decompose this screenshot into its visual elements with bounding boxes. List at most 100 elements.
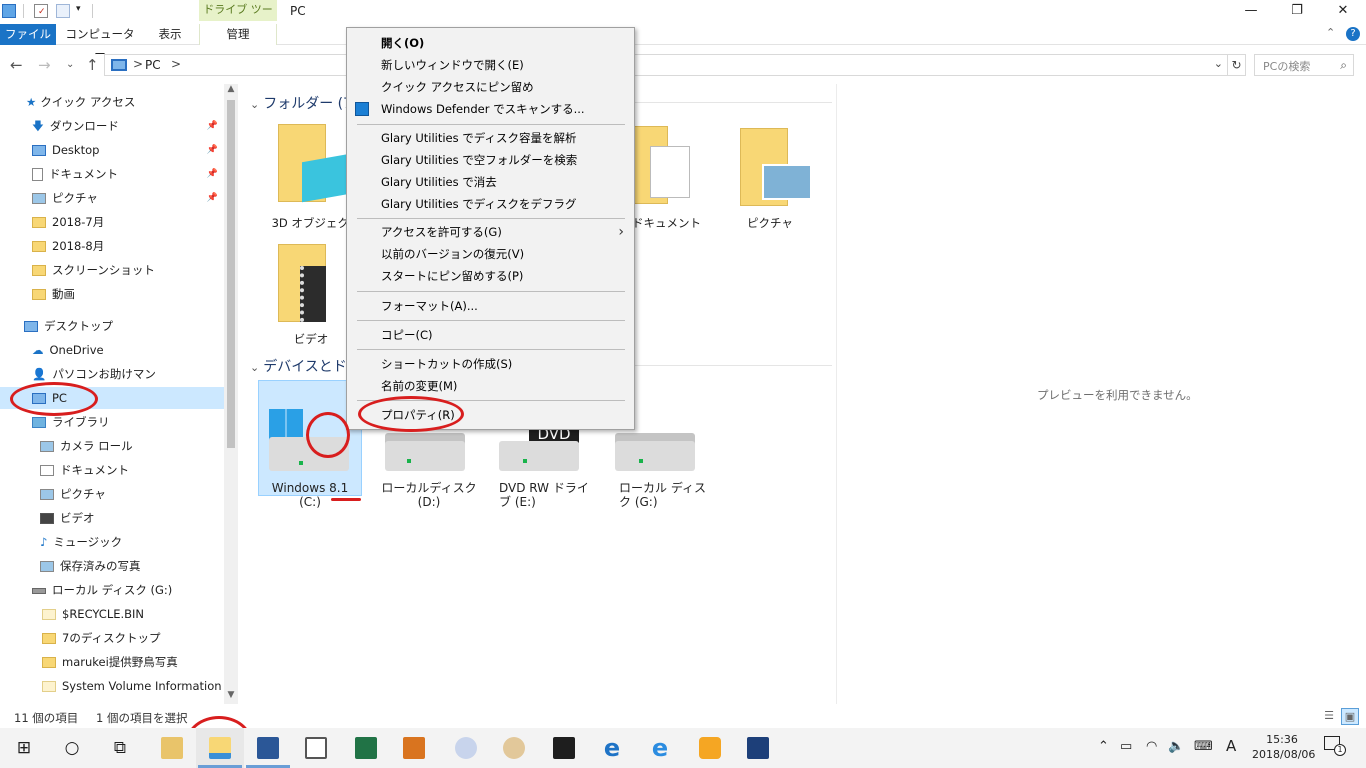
- taskbar-app-sakura[interactable]: [686, 728, 734, 768]
- clock[interactable]: 15:36 2018/08/06: [1252, 732, 1315, 762]
- menu-item-pin-start[interactable]: スタートにピン留めする(P): [347, 265, 634, 287]
- taskbar-app-paint[interactable]: [442, 728, 490, 768]
- tray-chevron-icon[interactable]: ⌃: [1098, 739, 1109, 754]
- folder-tile-documents[interactable]: ドキュメント: [632, 118, 722, 230]
- minimize-button[interactable]: —: [1228, 0, 1274, 24]
- address-separator-trailing[interactable]: >: [171, 57, 181, 71]
- close-button[interactable]: ✕: [1320, 0, 1366, 24]
- menu-item-defender-scan[interactable]: Windows Defender でスキャンする...: [347, 98, 634, 120]
- start-button[interactable]: ⊞: [0, 728, 48, 768]
- sidebar-label: デスクトップ: [44, 319, 113, 333]
- sidebar-item-downloads[interactable]: 🡇 ダウンロード 📌: [32, 115, 224, 137]
- taskbar-app-explorer-old[interactable]: [148, 728, 196, 768]
- sidebar-item-library[interactable]: ピクチャ: [40, 483, 224, 505]
- scrollbar-thumb[interactable]: [227, 100, 235, 448]
- sidebar-item-library[interactable]: ビデオ: [40, 507, 224, 529]
- search-box[interactable]: PCの検索 ⌕: [1254, 54, 1354, 76]
- sidebar-item-folder[interactable]: スクリーンショット: [32, 259, 224, 281]
- address-dropdown-icon[interactable]: ⌄: [1214, 57, 1223, 70]
- menu-item-copy[interactable]: コピー(C): [347, 324, 634, 346]
- taskbar-app-notepad[interactable]: [734, 728, 782, 768]
- menu-item-format[interactable]: フォーマット(A)...: [347, 295, 634, 317]
- ime-mode-icon[interactable]: A: [1226, 737, 1236, 755]
- menu-item-create-shortcut[interactable]: ショートカットの作成(S): [347, 353, 634, 375]
- sidebar-item-desktop[interactable]: Desktop 📌: [32, 139, 224, 161]
- restore-button[interactable]: ❐: [1274, 0, 1320, 24]
- devices-group-header[interactable]: ⌄ デバイスとドラ: [250, 356, 361, 378]
- keyboard-icon[interactable]: ⌨: [1194, 739, 1213, 754]
- address-separator[interactable]: >: [133, 57, 143, 71]
- recent-locations-button[interactable]: ⌄: [66, 59, 74, 70]
- taskbar-app-internet-explorer[interactable]: e: [636, 728, 684, 768]
- refresh-button[interactable]: ↻: [1228, 54, 1246, 76]
- sidebar-item-library[interactable]: カメラ ロール: [40, 435, 224, 457]
- taskbar-app-palette[interactable]: [490, 728, 538, 768]
- taskbar-app-file-explorer[interactable]: [196, 728, 244, 768]
- sidebar-scrollbar[interactable]: ▲ ▼: [224, 84, 238, 704]
- taskbar-app-excel[interactable]: [342, 728, 390, 768]
- tab-manage[interactable]: 管理: [199, 24, 277, 45]
- help-icon[interactable]: ?: [1346, 27, 1360, 41]
- sidebar-item-folder[interactable]: $RECYCLE.BIN: [42, 603, 224, 625]
- sidebar-item-library[interactable]: ドキュメント: [40, 459, 224, 481]
- sidebar-item-library[interactable]: 保存済みの写真: [40, 555, 224, 577]
- volume-icon[interactable]: 🔈: [1168, 739, 1184, 754]
- folders-group-header[interactable]: ⌄ フォルダー (7): [250, 93, 358, 115]
- menu-item-pin-quick-access[interactable]: クイック アクセスにピン留め: [347, 76, 634, 98]
- taskbar-app-store[interactable]: [292, 728, 340, 768]
- search-placeholder[interactable]: PCの検索: [1263, 58, 1310, 74]
- menu-item-glary-wipe[interactable]: Glary Utilities で消去: [347, 171, 634, 193]
- menu-item-open-new-window[interactable]: 新しいウィンドウで開く(E): [347, 54, 634, 76]
- tab-view[interactable]: 表示: [148, 24, 192, 45]
- menu-item-open[interactable]: 開く(O): [347, 32, 634, 54]
- folder-tile-pictures[interactable]: ピクチャ: [720, 118, 820, 230]
- tab-computer[interactable]: コンピューター: [62, 24, 138, 61]
- large-icons-view-icon[interactable]: ▣: [1341, 708, 1359, 725]
- tab-file[interactable]: ファイル: [0, 24, 56, 45]
- sidebar-item-pictures[interactable]: ピクチャ 📌: [32, 187, 224, 209]
- battery-icon[interactable]: ▭: [1120, 739, 1132, 754]
- scroll-down-icon[interactable]: ▼: [224, 690, 238, 704]
- sidebar-item-folder[interactable]: System Volume Information: [42, 675, 224, 697]
- new-folder-icon[interactable]: [56, 4, 70, 18]
- menu-item-restore-previous[interactable]: 以前のバージョンの復元(V): [347, 243, 634, 265]
- scroll-up-icon[interactable]: ▲: [224, 84, 238, 98]
- ribbon-expand-icon[interactable]: ⌃: [1326, 26, 1335, 39]
- taskbar-app-sticky-notes[interactable]: [540, 728, 588, 768]
- sidebar-item-folder[interactable]: marukei提供野鳥写真: [42, 651, 224, 673]
- sidebar-item-desktop-root[interactable]: デスクトップ: [24, 315, 224, 337]
- taskbar-app-word[interactable]: [244, 728, 292, 768]
- sidebar-item-folder[interactable]: 2018-8月: [32, 235, 224, 257]
- search-icon[interactable]: ⌕: [1340, 58, 1347, 73]
- task-view-button[interactable]: ⧉: [96, 728, 144, 768]
- details-view-icon[interactable]: ☰: [1320, 708, 1338, 725]
- sidebar-item-folder[interactable]: 動画: [32, 283, 224, 305]
- menu-item-glary-analyze[interactable]: Glary Utilities でディスク容量を解析: [347, 127, 634, 149]
- wifi-icon[interactable]: ◠: [1146, 739, 1157, 754]
- back-button[interactable]: ←: [10, 56, 23, 74]
- up-button[interactable]: ↑: [86, 56, 99, 74]
- customize-quick-access-icon[interactable]: ▾: [76, 4, 81, 14]
- sidebar-item-quick-access[interactable]: ★ クイック アクセス: [26, 91, 224, 113]
- taskbar-app-edge[interactable]: e: [588, 728, 636, 768]
- sidebar-item-onedrive[interactable]: ☁ OneDrive: [32, 339, 224, 361]
- menu-item-rename[interactable]: 名前の変更(M): [347, 375, 634, 397]
- menu-item-glary-empty-folders[interactable]: Glary Utilities で空フォルダーを検索: [347, 149, 634, 171]
- menu-item-glary-defrag[interactable]: Glary Utilities でディスクをデフラグ: [347, 193, 634, 215]
- forward-button[interactable]: →: [38, 56, 51, 74]
- sidebar-item-documents[interactable]: ドキュメント 📌: [32, 163, 224, 185]
- menu-item-give-access[interactable]: アクセスを許可する(G) ›: [347, 221, 634, 243]
- address-path[interactable]: PC: [145, 58, 161, 72]
- picture-icon: [40, 561, 54, 572]
- address-bar[interactable]: > PC > ⌄: [104, 54, 1228, 76]
- collapse-icon: ⌄: [250, 98, 260, 111]
- sidebar-item-folder[interactable]: 2018-7月: [32, 211, 224, 233]
- sidebar-item-drive-g[interactable]: ローカル ディスク (G:): [32, 579, 224, 601]
- action-center-icon[interactable]: 1: [1324, 736, 1346, 758]
- properties-icon[interactable]: ✓: [34, 4, 48, 18]
- sidebar-item-folder[interactable]: 7のディスクトップ: [42, 627, 224, 649]
- taskbar-app-toolbox[interactable]: [390, 728, 438, 768]
- folder-tile-videos[interactable]: ビデオ: [266, 240, 356, 350]
- cortana-button[interactable]: ○: [48, 728, 96, 768]
- sidebar-item-library[interactable]: ♪ ミュージック: [40, 531, 224, 553]
